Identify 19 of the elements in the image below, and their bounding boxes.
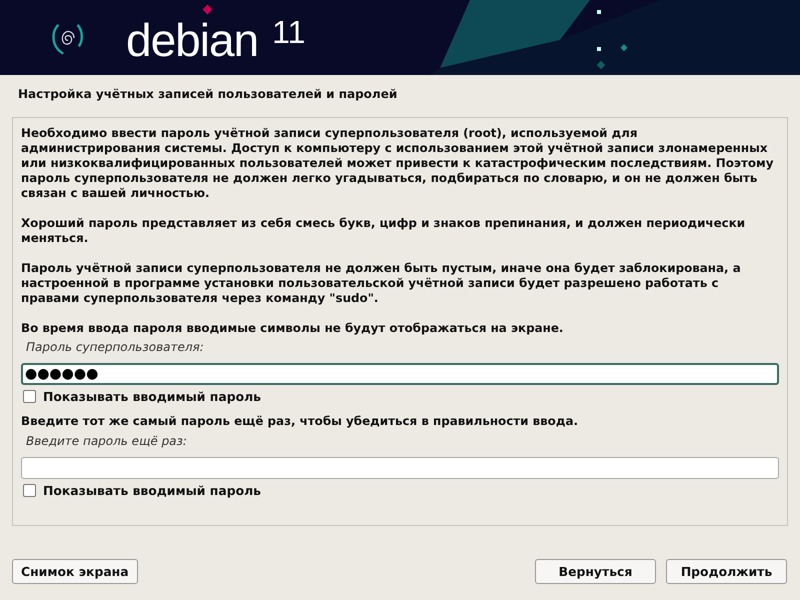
- checkbox-label[interactable]: Показывать вводимый пароль: [43, 483, 262, 498]
- back-button[interactable]: Вернуться: [535, 559, 656, 584]
- field-label: Введите пароль ещё раз:: [26, 433, 188, 449]
- continue-button[interactable]: Продолжить: [666, 559, 787, 584]
- brand-name: debian: [126, 20, 258, 61]
- screenshot-button[interactable]: Снимок экрана: [12, 559, 138, 584]
- checkbox[interactable]: [23, 484, 36, 497]
- description-text: Необходимо ввести пароль учётной записи суперпользователя (root), используемой для администрирования системы. Доступ к компьютеру с использованием этой учётной записи злонамеренных или низкоквалифицированных пользователей может привести к катастрофическим последствиям. Поэтому пароль суперпользователя не должен легко угадываться, подбираться по словарю, и он не должен быть связан с вашей личностью.: [21, 126, 775, 201]
- checkbox[interactable]: [23, 390, 36, 403]
- password-field[interactable]: [21, 457, 779, 479]
- password-field[interactable]: ●●●●●●: [21, 363, 779, 385]
- version-number: 11: [272, 14, 306, 51]
- description-text: Во время ввода пароля вводимые символы не будут отображаться на экране.: [21, 321, 564, 336]
- prompt-text: Введите тот же самый пароль ещё раз, чтобы убедиться в правильности ввода.: [21, 414, 579, 429]
- page-title: Настройка учётных записей пользователей и паролей: [18, 87, 398, 101]
- description-text: Хороший пароль представляет из себя смесь букв, цифр и знаков препинания, и должен периодически меняться.: [21, 216, 746, 246]
- checkbox-label[interactable]: Показывать вводимый пароль: [43, 389, 262, 404]
- description-text: Пароль учётной записи суперпользователя не должен быть пустым, иначе она будет заблокирована, а настроенной в программе установки пользовательской учётной записи будет разрешено работать с правами суперпользователя через команду "sudo".: [21, 261, 742, 306]
- field-label: Пароль суперпользователя:: [26, 339, 205, 355]
